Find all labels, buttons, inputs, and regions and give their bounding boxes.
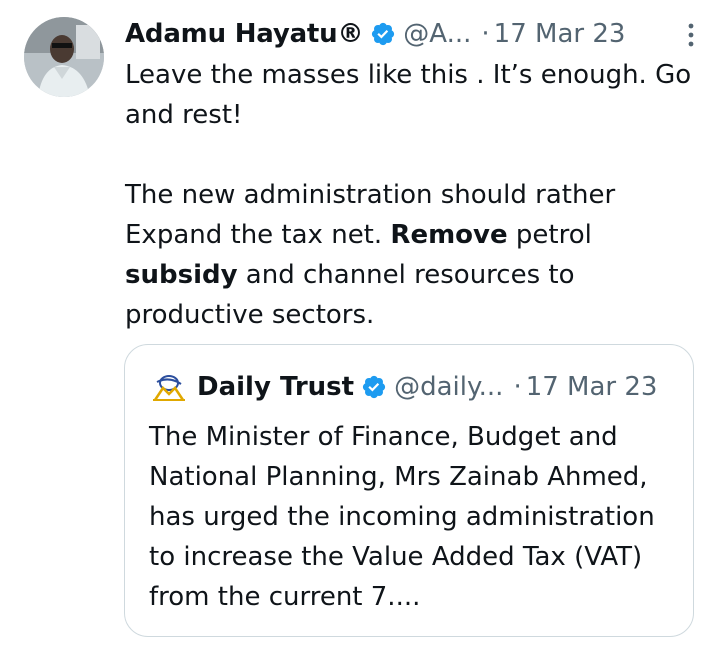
verified-badge-icon <box>362 375 386 399</box>
tweet-header: Adamu Hayatu® @A... · 17 Mar 23 <box>125 14 690 54</box>
author-handle[interactable]: @A... <box>403 14 471 54</box>
quoted-author-handle[interactable]: @daily... <box>394 367 503 407</box>
daily-trust-logo <box>153 375 185 401</box>
avatar-photo <box>24 17 104 97</box>
tweet-date[interactable]: 17 Mar 23 <box>494 14 626 54</box>
tweet-paragraph-2: The new administration should rather Exp… <box>125 175 695 335</box>
quoted-author-name[interactable]: Daily Trust <box>197 367 354 407</box>
quoted-header-separator: · <box>513 372 522 402</box>
tweet[interactable]: Adamu Hayatu® @A... · 17 Mar 23 Leave th… <box>0 0 720 645</box>
quoted-tweet-text: The Minister of Finance, Budget and Nati… <box>149 422 655 612</box>
quoted-tweet-header: Daily Trust @daily... · 17 Mar 23 <box>149 367 673 407</box>
quoted-tweet-date[interactable]: 17 Mar 23 <box>526 367 658 407</box>
more-vertical-icon[interactable] <box>686 22 696 48</box>
verified-badge-icon <box>372 22 395 46</box>
bold-word-subsidy: subsidy <box>125 260 238 290</box>
header-separator: · <box>481 19 490 49</box>
bold-word-remove: Remove <box>390 220 508 250</box>
author-name[interactable]: Adamu Hayatu® <box>125 14 363 54</box>
tweet-paragraph-1: Leave the masses like this . It’s enough… <box>125 60 692 130</box>
text-run: petrol <box>507 220 592 250</box>
avatar[interactable] <box>24 17 104 97</box>
quoted-tweet[interactable]: Daily Trust @daily... · 17 Mar 23 The Mi… <box>124 344 694 637</box>
tweet-text: Leave the masses like this . It’s enough… <box>125 55 695 335</box>
